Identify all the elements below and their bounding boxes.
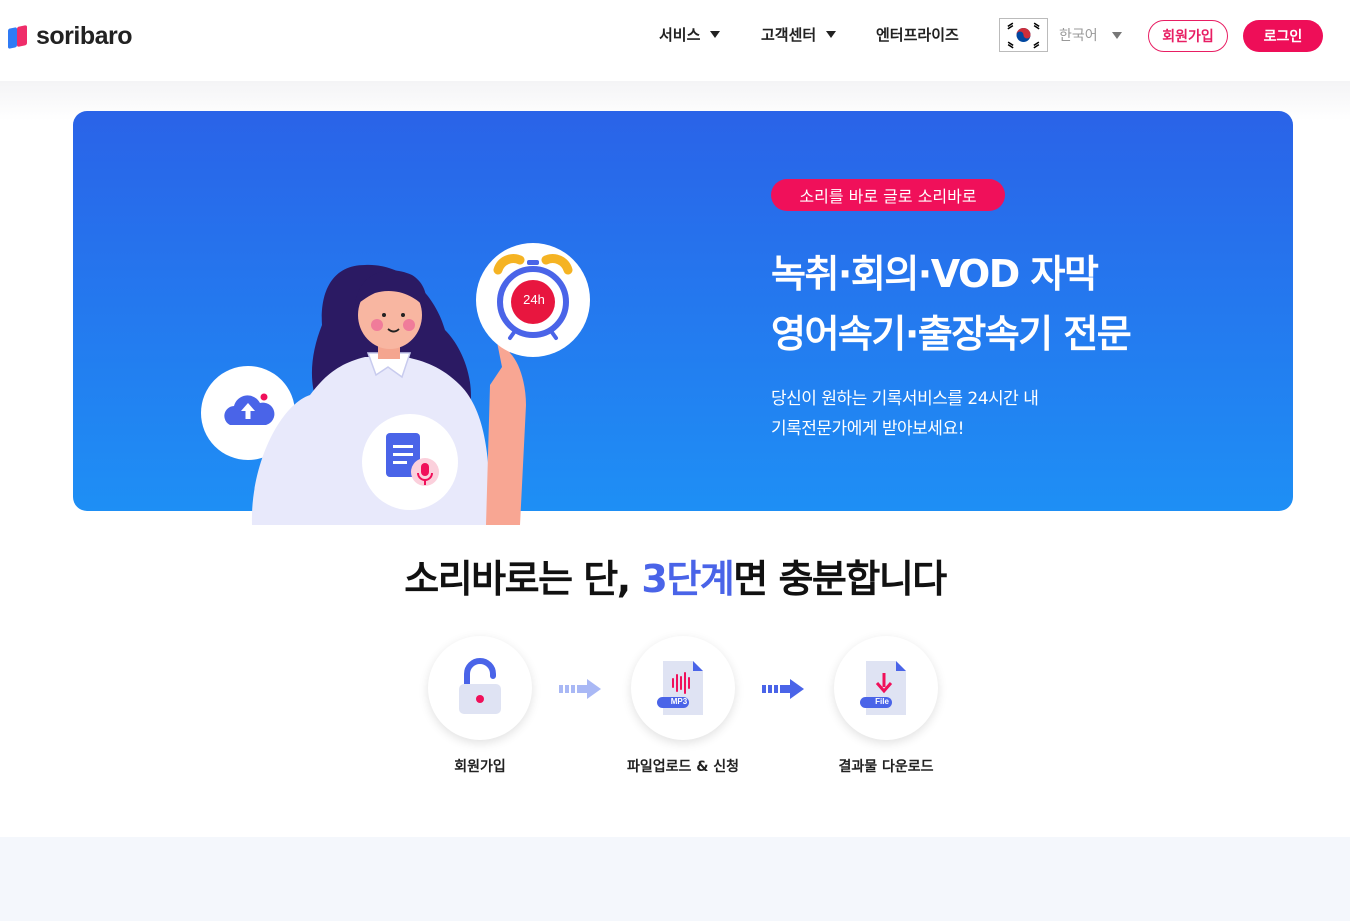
chevron-down-icon (1111, 31, 1122, 39)
file-badge: File (875, 697, 889, 706)
hero-desc-line1: 당신이 원하는 기록서비스를 24시간 내 (771, 389, 1039, 409)
chevron-down-icon (710, 31, 721, 38)
steps-title: 소리바로는 단, 3단계면 충분합니다 (0, 548, 1350, 603)
arrow-right-icon (559, 679, 601, 699)
hero-description: 당신이 원하는 기록서비스를 24시간 내 기록전문가에게 받아보세요! (771, 384, 1039, 444)
hero-tag: 소리를 바로 글로 소리바로 (771, 179, 1005, 211)
unlock-icon (459, 658, 501, 714)
soribaro-logo[interactable]: soribaro (8, 22, 133, 51)
korea-flag-icon (999, 18, 1048, 52)
step-download: File (834, 636, 938, 740)
nav-support[interactable]: 고객센터 (761, 24, 837, 45)
hero-title-line2: 영어속기·출장속기 전문 (771, 312, 1132, 356)
step-upload-label: 파일업로드 & 신청 (626, 759, 740, 775)
mp3-badge: MP3 (670, 697, 688, 706)
nav-support-label: 고객센터 (761, 26, 817, 44)
language-label: 한국어 (1059, 28, 1098, 44)
nav-service[interactable]: 서비스 (659, 24, 721, 45)
step-upload: MP3 (631, 636, 735, 740)
nav-enterprise[interactable]: 엔터프라이즈 (876, 24, 959, 45)
join-button[interactable]: 회원가입 (1148, 20, 1228, 52)
nav-service-label: 서비스 (659, 26, 701, 44)
steps-title-prefix: 소리바로는 단, (404, 557, 642, 601)
arrow-right-icon (762, 679, 804, 699)
hero-title: 녹취·회의·VOD 자막 영어속기·출장속기 전문 (771, 244, 1132, 364)
chevron-down-icon (826, 31, 837, 38)
step-join (428, 636, 532, 740)
logo-text: soribaro (36, 22, 133, 50)
logo-mark-icon (8, 24, 30, 50)
site-header: soribaro 서비스 고객센터 엔터프라이즈 한국어 회원가입 로그인 (0, 0, 1350, 81)
hero-title-line1: 녹취·회의·VOD 자막 (771, 252, 1099, 296)
hero-illustration (190, 235, 610, 535)
step-download-label: 결과물 다운로드 (838, 759, 934, 775)
steps-title-suffix: 면 충분합니다 (733, 557, 947, 601)
mp3-file-icon (657, 661, 703, 715)
bottom-section (0, 837, 1350, 921)
document-mic-icon (362, 414, 458, 510)
clock-label: 24h (523, 292, 545, 307)
nav-enterprise-label: 엔터프라이즈 (876, 26, 959, 44)
steps-title-accent: 3단계 (641, 557, 734, 601)
file-download-icon (860, 661, 906, 715)
login-button[interactable]: 로그인 (1243, 20, 1323, 52)
hero-desc-line2: 기록전문가에게 받아보세요! (771, 419, 964, 439)
step-join-label: 회원가입 (454, 759, 506, 775)
language-selector[interactable]: 한국어 (999, 18, 1122, 52)
